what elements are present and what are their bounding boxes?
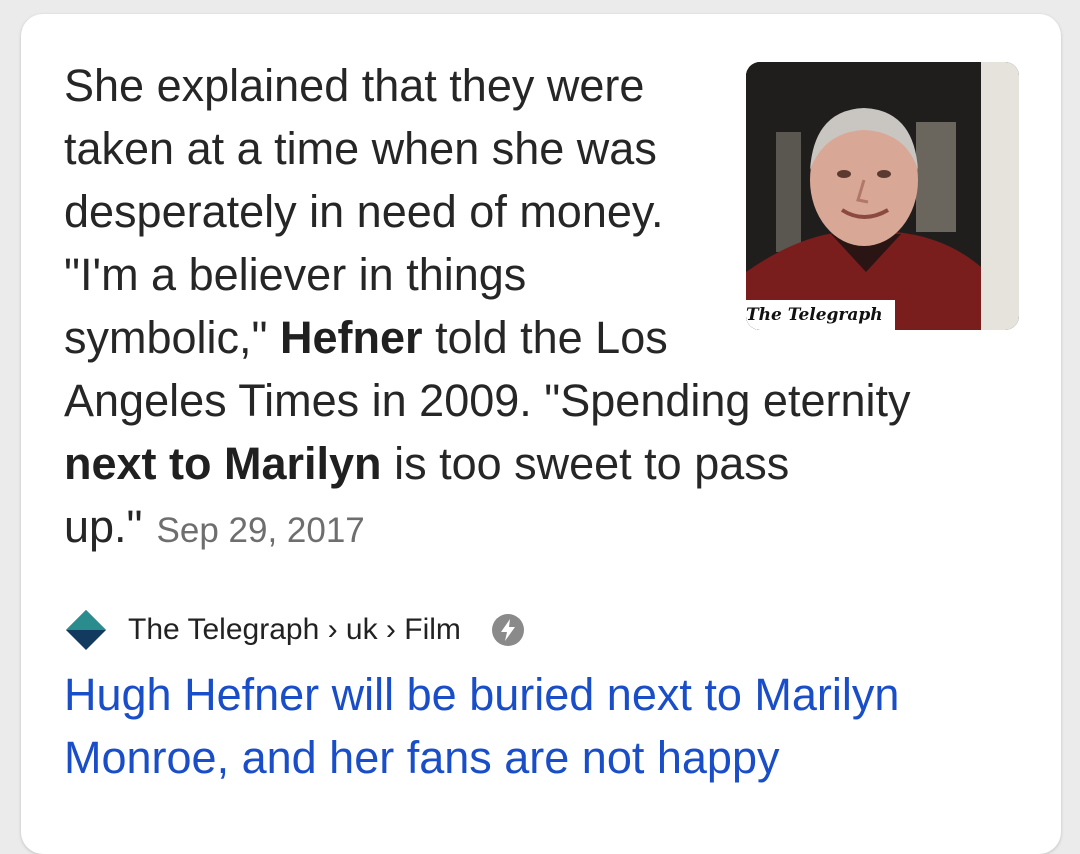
snippet-line: symbolic," Hefner told the Los [64, 306, 1024, 369]
result-title-link[interactable]: Hugh Hefner will be buried next to Maril… [64, 663, 1024, 789]
snippet-line: desperately in need of money. [64, 186, 664, 237]
source-breadcrumb[interactable]: The Telegraph › uk › Film [128, 613, 461, 647]
snippet-text: She explained that they were taken at a … [64, 54, 1024, 562]
result-title-line: Monroe, and her fans are not happy [64, 732, 780, 783]
snippet-fragment: symbolic," [64, 312, 281, 363]
snippet-date: Sep 29, 2017 [156, 511, 365, 550]
snippet-line: taken at a time when she was [64, 123, 657, 174]
lightning-bolt-icon [491, 614, 524, 646]
source-row[interactable]: The Telegraph › uk › Film [64, 610, 525, 650]
snippet-line: Angeles Times in 2009. "Spending eternit… [64, 375, 911, 426]
snippet-fragment: up." [64, 501, 143, 552]
snippet-line: up." Sep 29, 2017 [64, 495, 1024, 562]
telegraph-diamond-logo-icon [66, 610, 106, 650]
snippet-fragment: is too sweet to pass [381, 438, 790, 489]
snippet-highlight: Hefner [280, 312, 423, 363]
result-title-line: Hugh Hefner will be buried next to Maril… [64, 669, 900, 720]
snippet-highlight: next to Marilyn [64, 438, 382, 489]
snippet-line: next to Marilyn is too sweet to pass [64, 432, 1024, 495]
featured-snippet-card: The Telegraph She explained that they we… [21, 14, 1061, 854]
snippet-line: "I'm a believer in things [64, 249, 527, 300]
snippet-fragment: told the Los [422, 312, 668, 363]
snippet-line: She explained that they were [64, 60, 645, 111]
